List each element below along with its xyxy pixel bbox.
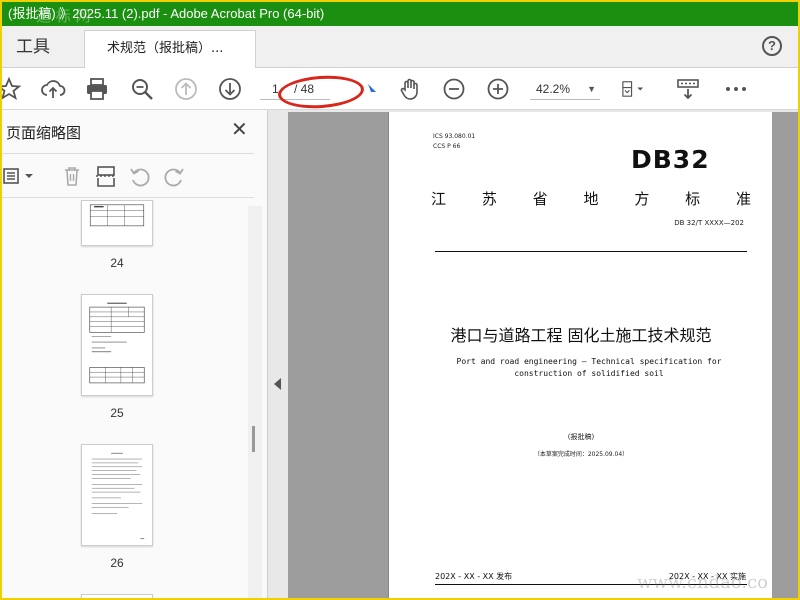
document-viewport[interactable]: ICS 93.080.01 CCS P 66 DB32 江 苏 省 地 方 标 … [268,110,798,598]
app-window: (报批稿) 》2025.11 (2).pdf - Adobe Acrobat P… [0,0,800,600]
heading-char: 方 [634,190,650,208]
print-icon[interactable] [84,76,110,102]
publish-date: 202X - XX - XX 发布 [435,572,513,581]
thumbnail-page-24[interactable] [81,200,153,246]
ics-line: ICS 93.080.01 [433,133,476,140]
star-icon[interactable] [2,76,22,102]
help-icon[interactable]: ? [762,36,782,56]
rotate-right-icon[interactable] [162,164,186,188]
chevron-down-icon: ▼ [587,84,596,94]
hand-tool-icon[interactable] [397,76,423,102]
tab-tools[interactable]: 工具 [16,26,50,68]
heading-char: 准 [735,190,751,208]
db-logo: DB32 [631,145,710,174]
province-standard-heading: 江 苏 省 地 方 标 准 [431,188,751,209]
heading-char: 标 [685,190,701,208]
window-title-bar: (报批稿) 》2025.11 (2).pdf - Adobe Acrobat P… [2,2,798,26]
standard-number: DB 32/T XXXX—202 [674,219,744,227]
viewport-background [288,112,388,598]
collapse-panel-icon[interactable] [274,378,281,390]
thumbnail-toolbar [2,154,254,198]
tab-document[interactable]: 术规范（报批稿）... [84,30,256,68]
cloud-upload-icon[interactable] [40,76,66,102]
thumbnail-page-27[interactable] [81,594,153,598]
viewport-background-right [772,112,798,598]
zoom-level-select[interactable]: 42.2% ▼ [530,78,600,100]
main-toolbar: 1 / 48 42.2% ▼ [2,68,798,111]
watermark-top: 道 标 网 [36,7,91,25]
thumbnail-scrollbar[interactable] [248,206,262,598]
thumbnail-list: 24 25 26 [2,200,254,598]
tab-bar: 工具 术规范（报批稿）... ? [2,26,798,68]
heading-char: 苏 [481,190,497,208]
document-title-en: Port and road engineering — Technical sp… [456,357,722,378]
zoom-search-icon[interactable] [129,76,155,102]
ics-code: ICS 93.080.01 CCS P 66 [433,132,475,152]
heading-char: 江 [431,190,447,208]
thumbnail-label: 25 [110,406,124,420]
thumbnail-options-icon[interactable] [2,164,33,188]
rotate-left-icon[interactable] [128,164,152,188]
thumbnail-label: 24 [110,256,124,270]
document-title-cn: 港口与道路工程 固化土施工技术规范 [450,326,712,345]
page-fit-icon[interactable] [620,76,656,102]
scrollbar-thumb[interactable] [252,426,255,452]
thumbnail-label: 26 [110,556,124,570]
thumbnail-page-25[interactable] [81,294,153,396]
draft-label: (报批稿) [567,433,595,441]
draft-date: （本草案完成时间：2025.09.04） [533,451,629,458]
delete-icon[interactable] [60,164,84,188]
page-thumbnails-panel: 页面缩略图 ✕ 24 25 26 [2,110,268,598]
extract-pages-icon[interactable] [94,164,118,188]
ccs-line: CCS P 66 [433,143,461,150]
header-rule [435,251,747,252]
close-icon[interactable]: ✕ [231,120,248,140]
thumbnail-page-26[interactable] [81,444,153,546]
keyboard-scroll-icon[interactable] [675,76,701,102]
cursor-arrow-icon[interactable] [358,76,376,102]
heading-char: 省 [532,190,548,208]
previous-page-icon[interactable] [173,76,199,102]
more-options-icon[interactable] [723,76,749,102]
panel-title: 页面缩略图 [6,124,82,142]
watermark-bottom: www.cndao.co [637,572,768,593]
zoom-out-icon[interactable] [441,76,467,102]
heading-char: 地 [583,190,599,208]
zoom-level: 42.2% [536,82,571,96]
zoom-in-icon[interactable] [485,76,511,102]
next-page-icon[interactable] [217,76,243,102]
pdf-page[interactable]: ICS 93.080.01 CCS P 66 DB32 江 苏 省 地 方 标 … [388,112,772,598]
